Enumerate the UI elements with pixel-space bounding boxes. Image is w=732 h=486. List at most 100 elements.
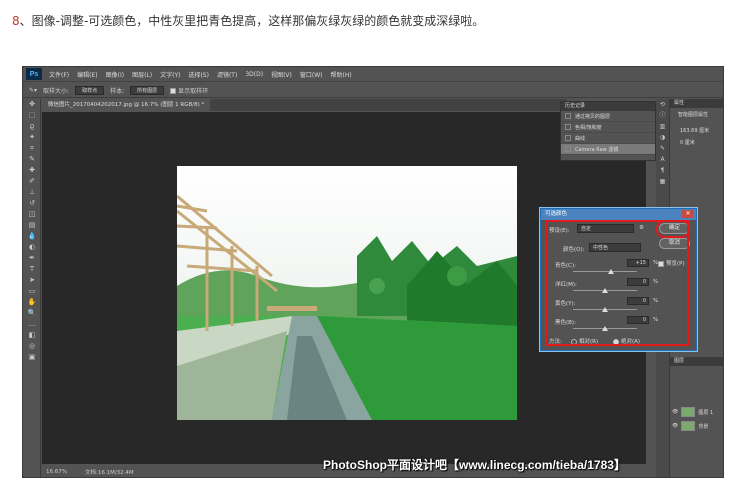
menu-bar: Ps 文件(F) 编辑(E) 图像(I) 图层(L) 文字(Y) 选择(S) 滤…: [23, 67, 723, 82]
ps-logo: Ps: [26, 68, 42, 80]
cyan-value-input[interactable]: +15: [627, 259, 649, 267]
hand-tool-icon[interactable]: ✋: [23, 297, 41, 308]
menu-window[interactable]: 窗口(W): [296, 70, 327, 79]
checkbox-icon: [170, 88, 177, 94]
type-tool-icon[interactable]: T: [23, 264, 41, 275]
menu-image[interactable]: 图像(I): [102, 70, 128, 79]
crop-tool-icon[interactable]: ⌗: [23, 143, 41, 154]
gradient-tool-icon[interactable]: ▤: [23, 220, 41, 231]
absolute-label: 绝对(A): [621, 339, 641, 345]
blur-tool-icon[interactable]: 💧: [23, 231, 41, 242]
close-icon[interactable]: ✕: [682, 210, 694, 218]
show-ring-checkbox[interactable]: 显示取样环: [170, 86, 208, 95]
colors-select[interactable]: 中性色: [589, 243, 641, 252]
magenta-slider-thumb[interactable]: [602, 288, 608, 293]
absolute-radio[interactable]: 绝对(A): [613, 337, 640, 345]
preview-label: 预览(P): [666, 261, 685, 267]
sample-select[interactable]: 所有图层: [130, 85, 165, 95]
yellow-slider-thumb[interactable]: [602, 307, 608, 312]
eyedropper-option-icon[interactable]: ✎▾: [29, 87, 37, 94]
paragraph-panel-icon[interactable]: ¶: [656, 165, 669, 176]
properties-tab[interactable]: 属性: [670, 99, 723, 108]
more-tools-icon[interactable]: …: [23, 319, 41, 330]
menu-3d[interactable]: 3D(D): [241, 71, 267, 78]
menu-view[interactable]: 视图(V): [267, 70, 296, 79]
sample-label: 样本:: [110, 87, 125, 95]
history-brush-icon[interactable]: ↺: [23, 198, 41, 209]
menu-layer[interactable]: 图层(L): [128, 70, 156, 79]
brush-panel-icon[interactable]: ✎: [656, 143, 669, 154]
document-tab-bar: 微信图片_20170404202017.jpg @ 16.7% (图层 1 RG…: [42, 99, 567, 111]
preset-gear-icon[interactable]: ⚙: [639, 225, 644, 231]
cancel-button[interactable]: 取消: [659, 238, 690, 249]
magenta-slider-track[interactable]: [573, 288, 637, 293]
eraser-tool-icon[interactable]: ◫: [23, 209, 41, 220]
history-item[interactable]: 通过拷贝的图层: [561, 111, 655, 122]
menu-help[interactable]: 帮助(H): [327, 70, 356, 79]
quick-mask-icon[interactable]: ◎: [23, 341, 41, 352]
screen-mode-icon[interactable]: ▣: [23, 352, 41, 363]
info-panel-icon[interactable]: ⓘ: [656, 110, 669, 121]
tools-panel: ✥ ⬚ ϱ ✦ ⌗ ✎ ✚ ✐ ⊥ ↺ ◫ ▤ 💧 ◐ ✒ T ➤ ▭ ✋ 🔍 …: [23, 99, 41, 477]
quick-select-tool-icon[interactable]: ✦: [23, 132, 41, 143]
history-panel-title[interactable]: 历史记录: [561, 102, 655, 111]
histogram-icon[interactable]: ▥: [656, 121, 669, 132]
adjustments-icon[interactable]: ◑: [656, 132, 669, 143]
cyan-slider-thumb[interactable]: [608, 269, 615, 274]
healing-tool-icon[interactable]: ✚: [23, 165, 41, 176]
checkbox-icon: [658, 260, 664, 267]
swatches-icon[interactable]: ▦: [656, 176, 669, 187]
move-tool-icon[interactable]: ✥: [23, 99, 41, 110]
layer-thumbnail: [681, 421, 696, 431]
menu-file[interactable]: 文件(F): [45, 70, 73, 79]
history-item-label: 色相/饱和度: [575, 124, 602, 131]
character-panel-icon[interactable]: A: [656, 154, 669, 165]
layer-row[interactable]: 👁 图层 1: [672, 407, 713, 417]
preview-checkbox[interactable]: 预览(P): [658, 259, 685, 267]
eyedropper-tool-icon[interactable]: ✎: [23, 154, 41, 165]
document-info: 文档:16.1M/32.4M: [84, 470, 134, 476]
zoom-readout[interactable]: 16.67%: [46, 469, 67, 475]
pen-tool-icon[interactable]: ✒: [23, 253, 41, 264]
color-swatch-icon[interactable]: ◧: [23, 330, 41, 341]
black-slider-track[interactable]: [573, 326, 637, 331]
preset-select[interactable]: 自定: [577, 224, 634, 233]
magenta-unit: %: [653, 279, 659, 285]
sample-size-select[interactable]: 取样点: [75, 85, 105, 95]
radio-icon: [571, 338, 577, 345]
layers-tab[interactable]: 图层: [670, 357, 723, 366]
zoom-tool-icon[interactable]: 🔍: [23, 308, 41, 319]
menu-type[interactable]: 文字(Y): [156, 70, 184, 79]
shape-tool-icon[interactable]: ▭: [23, 286, 41, 297]
eye-icon[interactable]: 👁: [672, 409, 678, 415]
document-tab[interactable]: 微信图片_20170404202017.jpg @ 16.7% (图层 1 RG…: [42, 99, 211, 111]
history-item[interactable]: 色相/饱和度: [561, 122, 655, 133]
history-panel-icon[interactable]: ⟲: [656, 99, 669, 110]
stamp-tool-icon[interactable]: ⊥: [23, 187, 41, 198]
marquee-tool-icon[interactable]: ⬚: [23, 110, 41, 121]
ok-button[interactable]: 确定: [659, 223, 690, 234]
history-state-icon: [565, 113, 571, 119]
menu-select[interactable]: 选择(S): [184, 70, 213, 79]
black-slider-thumb[interactable]: [602, 326, 608, 331]
layer-row[interactable]: 👁 背景: [672, 421, 708, 431]
menu-edit[interactable]: 编辑(E): [73, 70, 101, 79]
history-panel: 历史记录 通过拷贝的图层 色相/饱和度 曲线 Camera Raw 滤镜: [560, 101, 656, 161]
yellow-value-input[interactable]: 0: [627, 297, 649, 305]
history-item-label: Camera Raw 滤镜: [575, 146, 619, 153]
dodge-tool-icon[interactable]: ◐: [23, 242, 41, 253]
history-item-active[interactable]: Camera Raw 滤镜: [561, 144, 655, 155]
dialog-title-bar[interactable]: 可选颜色 ✕: [541, 209, 696, 220]
cyan-slider-track[interactable]: [573, 269, 637, 274]
magenta-value-input[interactable]: 0: [627, 278, 649, 286]
relative-radio[interactable]: 相对(R): [571, 337, 598, 345]
eye-icon[interactable]: 👁: [672, 423, 678, 429]
path-select-icon[interactable]: ➤: [23, 275, 41, 286]
black-value-input[interactable]: 0: [627, 316, 649, 324]
yellow-slider-track[interactable]: [573, 307, 637, 312]
brush-tool-icon[interactable]: ✐: [23, 176, 41, 187]
history-item[interactable]: 曲线: [561, 133, 655, 144]
lasso-tool-icon[interactable]: ϱ: [23, 121, 41, 132]
properties-subtitle: 智能图层属性: [678, 112, 709, 118]
menu-filter[interactable]: 滤镜(T): [213, 70, 241, 79]
